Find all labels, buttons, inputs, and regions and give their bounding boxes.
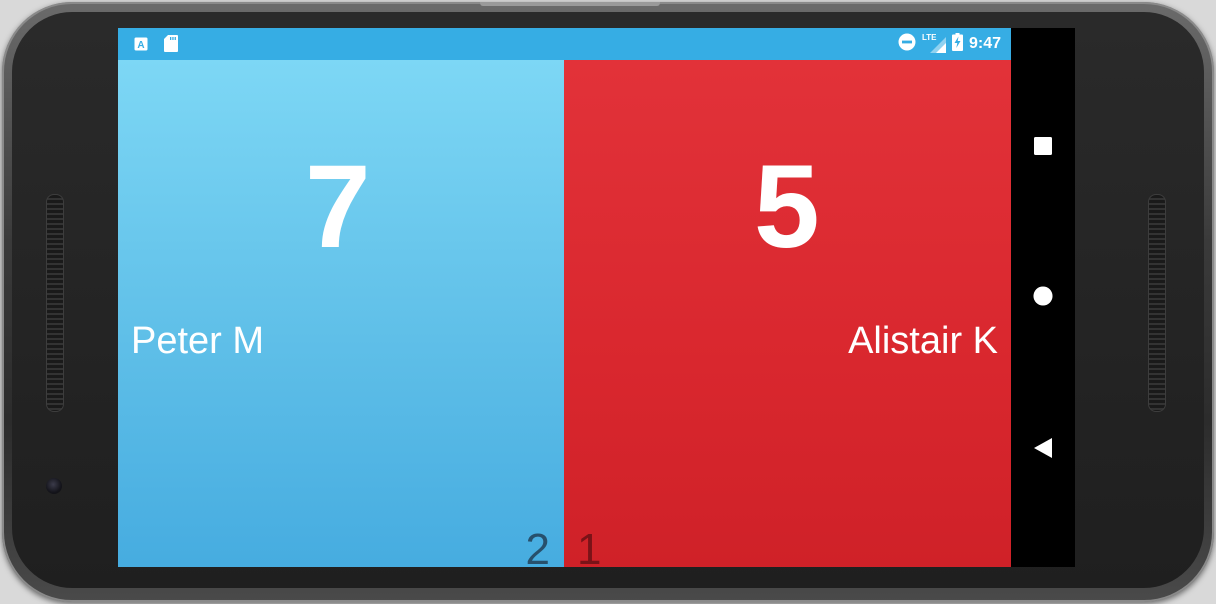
player-right-name[interactable]: Alistair K [848, 322, 998, 360]
player-left-score[interactable]: 7 [305, 148, 371, 266]
status-bar: A LTE 9:47 [118, 28, 1011, 60]
player-right-sets[interactable]: 1 [577, 528, 601, 572]
player-left-panel[interactable]: 7 Peter M 2 [118, 60, 564, 572]
app-a-icon: A [134, 36, 148, 51]
player-right-panel[interactable]: 5 Alistair K 1 [564, 60, 1011, 572]
recents-icon[interactable] [1033, 136, 1053, 156]
player-left-sets[interactable]: 2 [526, 528, 550, 572]
home-icon[interactable] [1033, 286, 1053, 306]
battery-charging-icon [951, 33, 963, 55]
phone-screen: A LTE 9:47 7 Peter M 2 5 Alistair K 1 [118, 28, 1075, 572]
do-not-disturb-icon [898, 33, 916, 55]
status-icons: LTE 9:47 [898, 28, 1001, 60]
clock-time: 9:47 [968, 35, 1001, 52]
left-speaker-grille [46, 194, 64, 412]
front-camera [46, 478, 62, 494]
right-speaker-grille [1148, 194, 1166, 412]
svg-text:A: A [137, 40, 144, 51]
player-left-name[interactable]: Peter M [131, 322, 264, 360]
lte-signal-icon: LTE [922, 33, 946, 55]
navigation-bar [1011, 28, 1075, 567]
power-button [480, 2, 660, 6]
sd-card-icon [164, 35, 178, 52]
back-icon[interactable] [1033, 438, 1053, 458]
player-right-score[interactable]: 5 [754, 148, 820, 266]
